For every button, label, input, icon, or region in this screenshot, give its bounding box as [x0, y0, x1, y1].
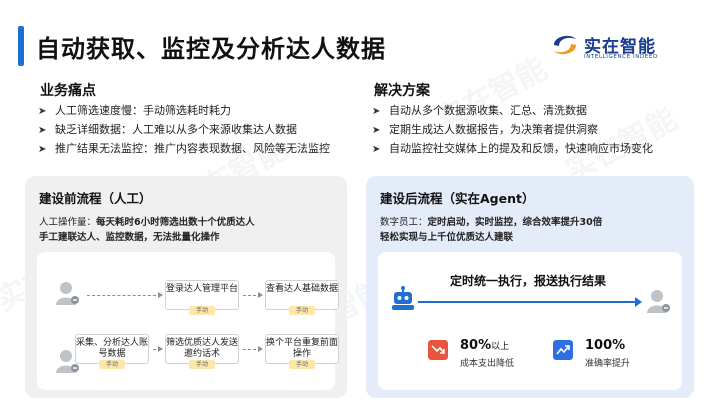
arrow-right-icon: ➤	[38, 106, 47, 117]
stat-accuracy: 100% 准确率提升	[553, 338, 663, 372]
after-flow-diagram: 定时统一执行，报送执行结果 80%以上 成本支出降低 100% 准确率提升	[378, 252, 682, 390]
logo-swirl-icon	[554, 35, 576, 55]
before-flow-diagram: 登录达人管理平台 手动 查看达人基础数据 手动 采集、分析达人账号数据 手动 筛…	[37, 252, 339, 390]
flow-arrow	[243, 346, 263, 352]
trend-up-icon	[553, 340, 573, 360]
step-view-data: 查看达人基础数据 手动	[265, 280, 339, 315]
person-icon	[56, 282, 79, 305]
list-item: ➤ 自动从多个数据源收集、汇总、清洗数据	[372, 101, 653, 120]
flow-arrow	[243, 292, 263, 298]
solutions-title: 解决方案	[374, 83, 430, 99]
solutions-list: ➤ 自动从多个数据源收集、汇总、清洗数据 ➤ 定期生成达人数据报告，为决策者提供洞察…	[372, 101, 653, 158]
manual-tag: 手动	[288, 360, 316, 369]
after-digital-worker-line: 数字员工：定时启动，实时监控，综合效率提升30倍	[380, 217, 603, 228]
before-manual-line: 手工建联达人、监控数据，无法批量化操作	[39, 232, 220, 243]
list-item: ➤ 定期生成达人数据报告，为决策者提供洞察	[372, 120, 653, 139]
step-repeat-platform: 换个平台重复前面操作 手动	[265, 334, 339, 369]
step-collect-analyze: 采集、分析达人账号数据 手动	[75, 334, 149, 369]
page-title: 自动获取、监控及分析达人数据	[36, 35, 386, 63]
manual-tag: 手动	[188, 360, 216, 369]
manual-tag: 手动	[98, 360, 126, 369]
list-item: ➤ 推广结果无法监控：推广内容表现数据、风险等无法监控	[38, 139, 330, 158]
flow-arrow	[153, 346, 163, 352]
trend-down-icon	[428, 340, 448, 360]
after-process-panel: 建设后流程（实在Agent） 数字员工：定时启动，实时监控，综合效率提升30倍 …	[366, 176, 694, 398]
pain-points-list: ➤ 人工筛选速度慢：手动筛选耗时耗力 ➤ 缺乏详细数据：人工难以从多个来源收集达人数…	[38, 101, 330, 158]
after-process-title: 建设后流程（实在Agent）	[380, 191, 535, 206]
pain-points-title: 业务痛点	[40, 83, 96, 99]
manual-tag: 手动	[188, 306, 216, 315]
manual-tag: 手动	[288, 306, 316, 315]
flow-arrow	[87, 292, 163, 298]
title-accent-bar	[18, 26, 24, 66]
stat-cost: 80%以上 成本支出降低	[428, 338, 538, 372]
before-process-panel: 建设前流程（人工） 人工操作量：每天耗时6小时筛选出数十个优质达人 手工建联达人…	[25, 176, 347, 398]
arrow-right-icon: ➤	[372, 144, 381, 155]
arrow-right-icon: ➤	[38, 144, 47, 155]
flow-arrow	[418, 297, 642, 307]
arrow-right-icon: ➤	[38, 125, 47, 136]
robot-icon	[392, 286, 414, 310]
logo-subtitle: INTELLIGENCE INDEED	[584, 54, 658, 60]
flow-summary-text: 定时统一执行，报送执行结果	[450, 274, 607, 288]
arrow-right-icon: ➤	[372, 125, 381, 136]
step-login-platform: 登录达人管理平台 手动	[165, 280, 239, 315]
before-workload-line: 人工操作量：每天耗时6小时筛选出数十个优质达人	[39, 217, 255, 228]
person-icon	[647, 290, 670, 313]
company-logo: 实在智能 INTELLIGENCE INDEED	[550, 26, 690, 70]
after-connect-line: 轻松实现与上千位优质达人建联	[380, 232, 514, 243]
step-send-invite: 筛选优质达人发送邀约话术 手动	[165, 334, 239, 369]
before-process-title: 建设前流程（人工）	[39, 191, 152, 206]
arrow-right-icon: ➤	[372, 106, 381, 117]
list-item: ➤ 自动监控社交媒体上的提及和反馈，快速响应市场变化	[372, 139, 653, 158]
list-item: ➤ 人工筛选速度慢：手动筛选耗时耗力	[38, 101, 330, 120]
list-item: ➤ 缺乏详细数据：人工难以从多个来源收集达人数据	[38, 120, 330, 139]
